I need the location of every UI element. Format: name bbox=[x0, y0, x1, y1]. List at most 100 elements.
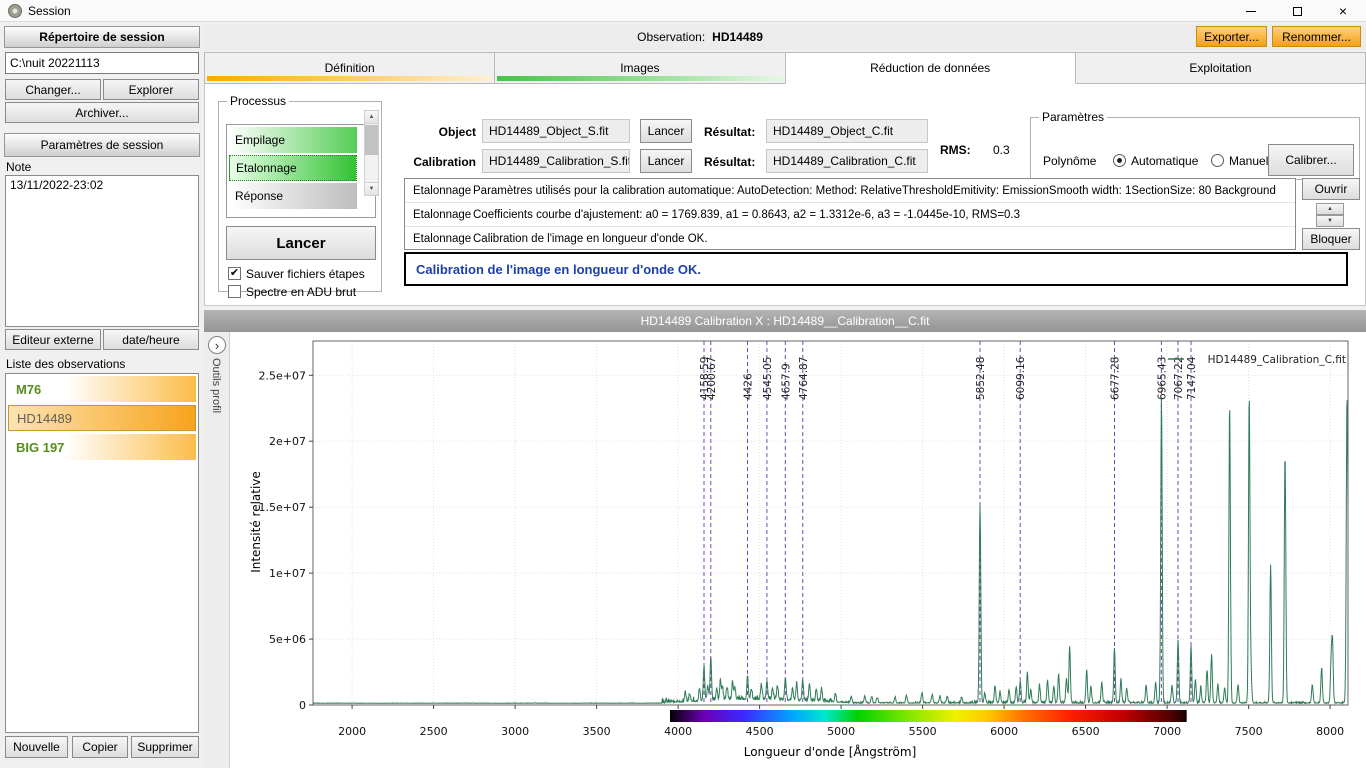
session-path-input[interactable] bbox=[5, 52, 199, 74]
window-close-button[interactable]: × bbox=[1320, 0, 1366, 22]
x-tick-label: 8000 bbox=[1316, 725, 1344, 738]
checkbox-row-adu: Spectre en ADU brut bbox=[228, 284, 356, 299]
title-bar: Session × bbox=[0, 0, 1366, 22]
tab-label: Exploitation bbox=[1189, 61, 1251, 75]
session-window: Session × Répertoire de session Changer.… bbox=[0, 0, 1366, 768]
calibration-line-label: 4200.67 bbox=[706, 357, 718, 400]
object-file-field[interactable]: HD14489_Object_S.fit bbox=[482, 119, 630, 143]
log-spinner-down[interactable]: ▼ bbox=[1316, 215, 1344, 227]
window-minimize-button[interactable] bbox=[1228, 0, 1274, 22]
calibration-line-label: 4545.05 bbox=[762, 357, 774, 400]
scrollbar-thumb[interactable] bbox=[365, 125, 378, 155]
observation-item-big197[interactable]: BIG 197 bbox=[8, 434, 196, 460]
y-tick-label: 0 bbox=[299, 699, 306, 712]
process-item-empilage[interactable]: Empilage bbox=[229, 127, 357, 153]
ouvrir-button[interactable]: Ouvrir bbox=[1302, 178, 1360, 200]
chevron-right-icon: › bbox=[215, 339, 219, 352]
archiver-button[interactable]: Archiver... bbox=[5, 102, 199, 123]
object-label: Object bbox=[404, 125, 476, 139]
radio-automatique[interactable] bbox=[1113, 154, 1126, 167]
observation-header: Observation: HD14489 bbox=[204, 24, 1366, 50]
lancer-process-button[interactable]: Lancer bbox=[226, 226, 376, 260]
log-row: EtalonnageCalibration de l'image en long… bbox=[405, 227, 1295, 250]
nouvelle-button[interactable]: Nouvelle bbox=[5, 736, 68, 758]
tab-exploitation[interactable]: Exploitation bbox=[1075, 52, 1366, 84]
tab-reduction[interactable]: Réduction de données bbox=[785, 52, 1076, 84]
calibration-line-label: 4764.87 bbox=[798, 357, 810, 400]
calibration-result-field: HD14489_Calibration_C.fit bbox=[766, 149, 928, 173]
log-text: Calibration de l'image en longueur d'ond… bbox=[473, 233, 708, 245]
x-tick-label: 5000 bbox=[827, 725, 855, 738]
checkbox-sauver-label: Sauver fichiers étapes bbox=[246, 267, 365, 281]
log-tag: Etalonnage bbox=[405, 209, 465, 221]
observation-item-m76[interactable]: M76 bbox=[8, 376, 196, 402]
exporter-button[interactable]: Exporter... bbox=[1196, 26, 1267, 47]
copier-button[interactable]: Copier bbox=[72, 736, 128, 758]
calibration-line-label: 7067.22 bbox=[1173, 357, 1185, 400]
log-text: Coefficients courbe d'ajustement: a0 = 1… bbox=[473, 209, 1020, 221]
supprimer-button[interactable]: Supprimer bbox=[131, 736, 199, 758]
radio-selected-dot bbox=[1117, 158, 1122, 163]
log-spinner-up[interactable]: ▲ bbox=[1316, 203, 1344, 215]
process-scrollbar[interactable]: ▲ ▼ bbox=[364, 110, 379, 196]
changer-button[interactable]: Changer... bbox=[5, 79, 101, 100]
scroll-down-icon[interactable]: ▼ bbox=[365, 182, 378, 195]
x-tick-label: 7500 bbox=[1235, 725, 1263, 738]
session-parameters-button[interactable]: Paramètres de session bbox=[4, 133, 200, 157]
parametres-group: Paramètres Polynôme Automatique Manuel C… bbox=[1030, 110, 1360, 180]
object-result-label: Résultat: bbox=[704, 125, 755, 139]
lancer-object-button[interactable]: Lancer bbox=[640, 119, 692, 143]
radio-manuel[interactable] bbox=[1211, 154, 1224, 167]
calibration-result-label: Résultat: bbox=[704, 155, 755, 169]
x-tick-label: 3500 bbox=[583, 725, 611, 738]
scroll-up-icon[interactable]: ▲ bbox=[365, 111, 378, 124]
y-axis-title: Intensité relative bbox=[249, 471, 263, 573]
y-tick-label: 2e+07 bbox=[269, 435, 306, 448]
profile-window-titlebar: HD14489 Calibration X : HD14489__Calibra… bbox=[204, 310, 1366, 332]
tools-profil-label: Outils profil bbox=[210, 358, 222, 413]
tools-expander-button[interactable]: › bbox=[208, 336, 226, 354]
log-row: EtalonnageParamètres utilisés pour la ca… bbox=[405, 179, 1295, 203]
x-tick-label: 5500 bbox=[909, 725, 937, 738]
bloquer-button[interactable]: Bloquer bbox=[1302, 228, 1360, 250]
calibrer-button[interactable]: Calibrer... bbox=[1268, 144, 1354, 176]
calibration-line-label: 6099.16 bbox=[1015, 356, 1027, 400]
spectrum-plot: 4158.594200.6744264545.054657.94764.8758… bbox=[230, 332, 1366, 768]
y-tick-label: 1.5e+07 bbox=[259, 501, 306, 514]
x-tick-label: 2500 bbox=[420, 725, 448, 738]
process-list: EmpilageEtalonnageRéponse bbox=[226, 124, 376, 218]
lancer-calibration-button[interactable]: Lancer bbox=[640, 149, 692, 173]
observation-item-hd14489[interactable]: HD14489 bbox=[8, 405, 196, 431]
calibration-line-label: 4426 bbox=[743, 373, 755, 400]
calibration-line-label: 5852.48 bbox=[975, 357, 987, 400]
radio-manuel-label: Manuel bbox=[1229, 154, 1268, 168]
tab-images[interactable]: Images bbox=[494, 52, 785, 84]
spinner-up-icon: ▲ bbox=[1327, 206, 1333, 212]
tab-definition[interactable]: Définition bbox=[204, 52, 495, 84]
datetime-button[interactable]: date/heure bbox=[103, 329, 199, 350]
observation-name: HD14489 bbox=[712, 30, 763, 44]
profile-chart[interactable]: 4158.594200.6744264545.054657.94764.8758… bbox=[230, 332, 1366, 768]
checkbox-sauver-fichiers[interactable]: ✔ bbox=[228, 267, 241, 280]
explorer-button[interactable]: Explorer bbox=[103, 79, 199, 100]
calibration-file-field[interactable]: HD14489_Calibration_S.fit bbox=[482, 149, 630, 173]
calibration-label: Calibration bbox=[396, 155, 476, 169]
window-restore-button[interactable] bbox=[1274, 0, 1320, 22]
x-tick-label: 3000 bbox=[501, 725, 529, 738]
tab-progress-bar bbox=[207, 76, 492, 81]
close-icon: × bbox=[1339, 4, 1347, 18]
status-message: Calibration de l'image en longueur d'ond… bbox=[416, 262, 701, 277]
note-label: Note bbox=[6, 160, 31, 174]
polynome-label: Polynôme bbox=[1043, 154, 1096, 168]
process-item-etalonnage[interactable]: Etalonnage bbox=[229, 155, 357, 181]
renommer-button[interactable]: Renommer... bbox=[1272, 26, 1361, 47]
note-textarea[interactable]: 13/11/2022-23:02 bbox=[5, 175, 199, 327]
spectrum-color-band bbox=[670, 710, 1187, 722]
log-tag: Etalonnage bbox=[405, 185, 465, 197]
checkbox-spectre-adu[interactable] bbox=[228, 285, 241, 298]
process-item-reponse[interactable]: Réponse bbox=[229, 183, 357, 209]
processus-legend: Processus bbox=[227, 94, 289, 108]
x-tick-label: 7000 bbox=[1153, 725, 1181, 738]
external-editor-button[interactable]: Editeur externe bbox=[5, 329, 101, 350]
x-tick-label: 4000 bbox=[664, 725, 692, 738]
